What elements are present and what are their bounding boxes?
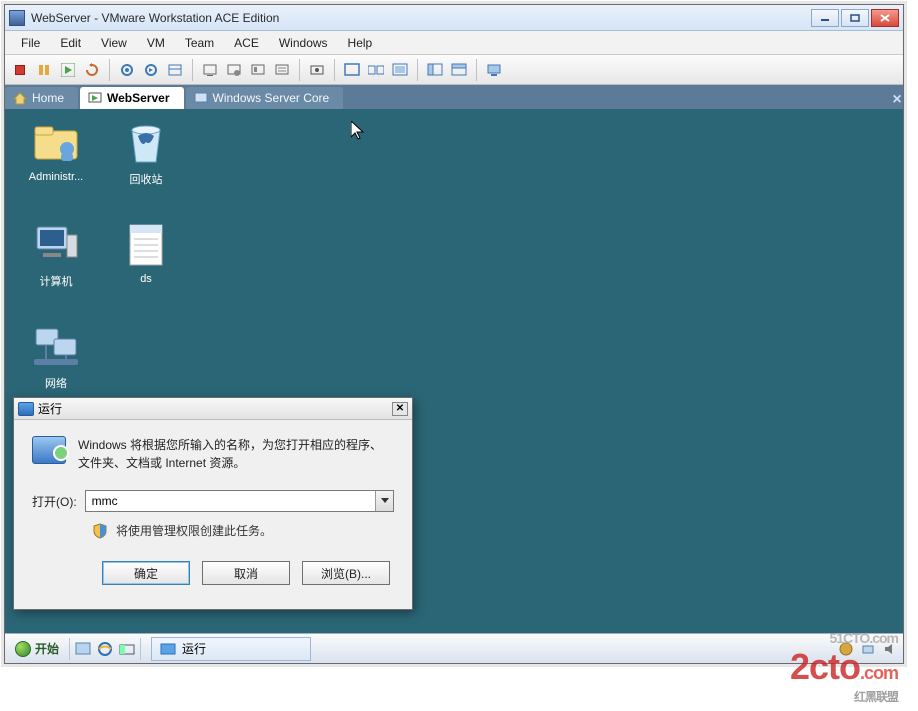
run-open-combo[interactable]: [85, 490, 394, 512]
desktop-icon-label: 网络: [45, 378, 67, 390]
menu-ace[interactable]: ACE: [224, 33, 269, 53]
show-settings-icon[interactable]: [223, 59, 245, 81]
menu-edit[interactable]: Edit: [50, 33, 91, 53]
quick-switch-icon[interactable]: [365, 59, 387, 81]
menu-vm[interactable]: VM: [137, 33, 175, 53]
run-close-button[interactable]: ✕: [392, 402, 408, 416]
dropdown-icon[interactable]: [375, 491, 393, 511]
fullscreen-icon[interactable]: [341, 59, 363, 81]
tab-close-icon[interactable]: ×: [888, 91, 906, 109]
menu-team[interactable]: Team: [175, 33, 224, 53]
home-icon: [13, 91, 27, 105]
vm-on-icon: [88, 91, 102, 105]
toolbar-toggle-icon[interactable]: [448, 59, 470, 81]
titlebar: WebServer - VMware Workstation ACE Editi…: [5, 5, 903, 31]
start-label: 开始: [35, 640, 59, 657]
tray-security-icon[interactable]: [837, 640, 855, 658]
sidebar-toggle-icon[interactable]: [424, 59, 446, 81]
stop-vm-icon[interactable]: [9, 59, 31, 81]
taskbar-item-run[interactable]: 运行: [151, 637, 311, 661]
taskbar-item-label: 运行: [182, 640, 206, 657]
vm-icon: [194, 91, 208, 105]
run-open-input[interactable]: [86, 491, 375, 511]
recycle-bin-icon: [122, 119, 170, 167]
run-icon: [160, 642, 176, 656]
folder-user-icon: [32, 119, 80, 167]
vmware-window: WebServer - VMware Workstation ACE Editi…: [4, 4, 904, 664]
tray-network-icon[interactable]: [859, 640, 877, 658]
tab-webserver[interactable]: WebServer: [80, 87, 183, 109]
desktop-icon-ds[interactable]: ds: [109, 221, 183, 285]
desktop-icon-network[interactable]: 网络: [19, 323, 93, 391]
tab-webserver-label: WebServer: [107, 91, 169, 105]
run-description: Windows 将根据您所输入的名称，为您打开相应的程序、文件夹、文档或 Int…: [78, 436, 394, 472]
snapshot-manager-icon[interactable]: [164, 59, 186, 81]
screen-capture-icon[interactable]: [306, 59, 328, 81]
run-title-text: 运行: [38, 400, 392, 417]
run-icon: [18, 402, 34, 416]
tab-wincore[interactable]: Windows Server Core: [186, 87, 344, 109]
menu-view[interactable]: View: [91, 33, 137, 53]
desktop-icon-computer[interactable]: 计算机: [19, 221, 93, 289]
toolbar: [5, 55, 903, 85]
window-title: WebServer - VMware Workstation ACE Editi…: [31, 11, 811, 25]
tab-home-label: Home: [32, 91, 64, 105]
minimize-button[interactable]: [811, 9, 839, 27]
run-ok-button[interactable]: 确定: [102, 561, 190, 585]
guest-taskbar: 开始 运行: [5, 633, 903, 663]
network-icon: [32, 323, 80, 371]
menubar: File Edit View VM Team ACE Windows Help: [5, 31, 903, 55]
quicklaunch-ie-icon[interactable]: [96, 640, 114, 658]
shield-icon: [92, 523, 108, 539]
run-dialog-titlebar[interactable]: 运行 ✕: [14, 398, 412, 420]
close-button[interactable]: [871, 9, 899, 27]
show-appliance-icon[interactable]: [271, 59, 293, 81]
quicklaunch-explorer-icon[interactable]: [118, 640, 136, 658]
run-app-icon: [32, 436, 66, 464]
tray-volume-icon[interactable]: [881, 640, 899, 658]
desktop-icon-label: 回收站: [130, 174, 163, 186]
reset-vm-icon[interactable]: [81, 59, 103, 81]
run-open-label: 打开(O):: [32, 493, 77, 510]
system-tray: [837, 640, 899, 658]
computer-icon: [32, 221, 80, 269]
desktop-icon-label: ds: [140, 273, 152, 285]
desktop-icon-label: Administr...: [29, 171, 83, 183]
pause-vm-icon[interactable]: [33, 59, 55, 81]
text-file-icon: [122, 221, 170, 269]
start-orb-icon: [15, 641, 31, 657]
tab-home[interactable]: Home: [5, 87, 78, 109]
show-console-icon[interactable]: [199, 59, 221, 81]
desktop-icon-label: 计算机: [40, 276, 73, 288]
snapshot-icon[interactable]: [116, 59, 138, 81]
desktop-icon-recycle[interactable]: 回收站: [109, 119, 183, 187]
menu-file[interactable]: File: [11, 33, 50, 53]
menu-help[interactable]: Help: [338, 33, 383, 53]
menu-windows[interactable]: Windows: [269, 33, 338, 53]
guest-desktop[interactable]: Administr... 回收站 计算机 ds 网络: [5, 109, 903, 663]
tabbar: Home WebServer Windows Server Core ×: [5, 85, 903, 109]
run-dialog: 运行 ✕ Windows 将根据您所输入的名称，为您打开相应的程序、文件夹、文档…: [13, 397, 413, 610]
unity-icon[interactable]: [389, 59, 411, 81]
run-admin-text: 将使用管理权限创建此任务。: [116, 522, 272, 539]
play-vm-icon[interactable]: [57, 59, 79, 81]
start-button[interactable]: 开始: [9, 638, 65, 659]
tab-wincore-label: Windows Server Core: [213, 91, 330, 105]
quicklaunch-show-desktop-icon[interactable]: [74, 640, 92, 658]
vmware-app-icon: [9, 10, 25, 26]
mouse-cursor-icon: [351, 121, 365, 141]
show-summary-icon[interactable]: [247, 59, 269, 81]
workstation-view-icon[interactable]: [483, 59, 505, 81]
run-cancel-button[interactable]: 取消: [202, 561, 290, 585]
maximize-button[interactable]: [841, 9, 869, 27]
run-browse-button[interactable]: 浏览(B)...: [302, 561, 390, 585]
desktop-icon-administrator[interactable]: Administr...: [19, 119, 93, 183]
revert-snapshot-icon[interactable]: [140, 59, 162, 81]
